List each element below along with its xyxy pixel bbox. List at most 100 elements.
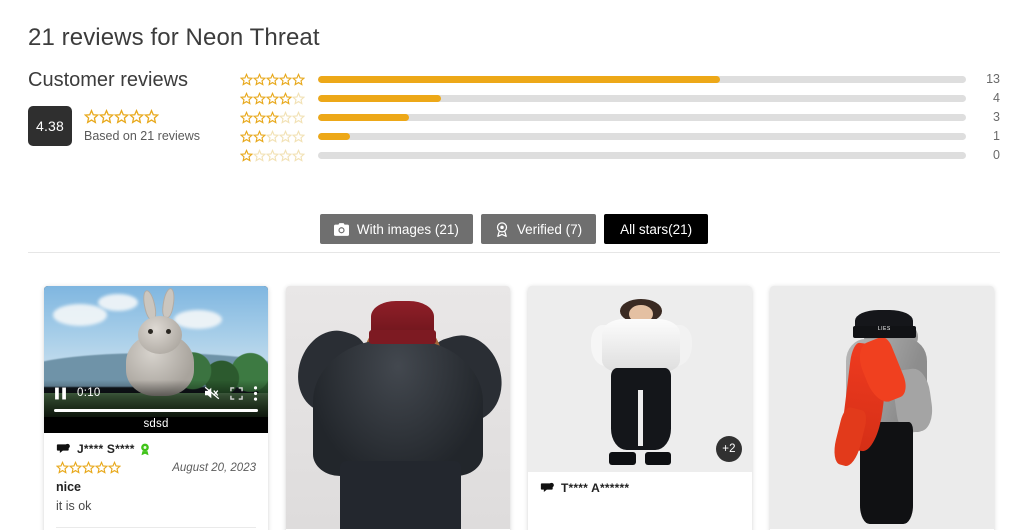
video-controls: 0:10 — [44, 380, 268, 417]
star-icon — [56, 461, 69, 474]
star-icon — [266, 72, 279, 86]
filter-with-images-label: With images (21) — [356, 221, 459, 237]
comment-bubble-icon — [56, 443, 70, 455]
review-card-body: J**** S**** August 20, 2023 nice it is ok … — [44, 433, 268, 530]
histogram-stars-4 — [240, 91, 312, 105]
based-on-label: Based on 21 reviews — [84, 129, 201, 143]
review-summary: Customer reviews 4.38 Based on 21 review… — [28, 68, 1000, 168]
histogram-row[interactable]: 1 — [240, 127, 1000, 145]
star-icon — [240, 129, 253, 143]
video-caption: sdsd — [44, 417, 268, 433]
score-row: 4.38 Based on 21 reviews — [28, 106, 240, 146]
reviewer-name: J**** S**** — [77, 442, 135, 456]
histogram-row[interactable]: 3 — [240, 108, 1000, 126]
histogram-track — [318, 132, 966, 140]
histogram-count: 1 — [993, 129, 1000, 143]
star-icon — [240, 91, 253, 105]
reviewer-name: T**** A****** — [561, 481, 630, 495]
filter-all-stars-button[interactable]: All stars(21) — [604, 214, 709, 244]
histogram-track — [318, 94, 966, 102]
star-icon — [253, 129, 266, 143]
histogram-count: 4 — [993, 91, 1000, 105]
video-time: 0:10 — [77, 387, 101, 399]
histogram-fill — [318, 132, 351, 140]
star-icon — [292, 91, 305, 105]
histogram-stars-5 — [240, 72, 312, 86]
star-icon — [266, 110, 279, 124]
review-photo[interactable] — [286, 286, 510, 529]
review-card-grid: 0:10 sdsd J**** S**** August 20, 2023 ni… — [44, 286, 994, 530]
comment-bubble-icon — [540, 482, 554, 494]
review-card[interactable]: LIES — [770, 286, 994, 530]
fullscreen-icon[interactable] — [230, 386, 243, 400]
review-rating-row: August 20, 2023 — [56, 461, 256, 474]
star-icon — [292, 72, 305, 86]
star-icon — [144, 109, 159, 124]
review-card[interactable]: +2 T**** A****** — [528, 286, 752, 530]
star-icon — [240, 110, 253, 124]
star-icon — [129, 109, 144, 124]
histogram-track — [318, 75, 966, 83]
histogram-count: 0 — [993, 148, 1000, 162]
star-icon — [114, 109, 129, 124]
muted-volume-icon[interactable] — [204, 386, 220, 400]
summary-left: Customer reviews 4.38 Based on 21 review… — [28, 68, 240, 146]
review-card-body: T**** A****** — [528, 472, 752, 495]
star-icon — [292, 129, 305, 143]
award-badge-icon — [495, 221, 509, 237]
star-icon — [253, 72, 266, 86]
pause-icon[interactable] — [54, 387, 67, 400]
histogram-row[interactable]: 0 — [240, 146, 1000, 164]
star-icon — [84, 109, 99, 124]
histogram-row[interactable]: 13 — [240, 70, 1000, 88]
average-rating-stars — [84, 109, 200, 124]
customer-reviews-title: Customer reviews — [28, 69, 189, 91]
histogram-fill — [318, 75, 720, 83]
histogram-stars-2 — [240, 129, 312, 143]
review-photo[interactable]: +2 — [528, 286, 752, 472]
image-count-badge[interactable]: +2 — [716, 436, 742, 462]
star-icon — [253, 110, 266, 124]
reviewer-row: J**** S**** — [56, 442, 256, 456]
video-progress-bar[interactable] — [54, 409, 258, 412]
star-icon — [95, 461, 108, 474]
rating-histogram: 13 4 3 1 0 — [240, 70, 1000, 165]
review-date: August 20, 2023 — [172, 461, 256, 474]
star-icon — [266, 148, 279, 162]
kebab-menu-icon[interactable] — [253, 385, 258, 401]
histogram-count: 3 — [993, 110, 1000, 124]
star-icon — [108, 461, 121, 474]
filter-with-images-button[interactable]: With images (21) — [319, 214, 473, 244]
star-icon — [69, 461, 82, 474]
filter-all-stars-label: All stars(21) — [620, 221, 693, 237]
histogram-fill — [318, 113, 409, 121]
review-title: nice — [56, 480, 82, 494]
histogram-fill — [318, 94, 442, 102]
review-filter-bar: With images (21) Verified (7) All stars(… — [0, 214, 1028, 244]
review-card[interactable]: 0:10 sdsd J**** S**** August 20, 2023 ni… — [44, 286, 268, 530]
star-icon — [240, 148, 253, 162]
star-icon — [279, 129, 292, 143]
histogram-track — [318, 151, 966, 159]
star-icon — [279, 91, 292, 105]
review-video-player[interactable]: 0:10 — [44, 286, 268, 417]
camera-icon — [333, 222, 349, 236]
reviewer-row: T**** A****** — [540, 481, 740, 495]
star-icon — [253, 91, 266, 105]
star-icon — [266, 91, 279, 105]
section-divider — [28, 252, 1000, 253]
review-photo[interactable]: LIES — [770, 286, 994, 529]
star-icon — [292, 110, 305, 124]
histogram-track — [318, 113, 966, 121]
reviews-page: 21 reviews for Neon Threat Customer revi… — [0, 0, 1028, 530]
star-icon — [99, 109, 114, 124]
verified-buyer-badge-icon — [139, 443, 151, 456]
histogram-row[interactable]: 4 — [240, 89, 1000, 107]
star-icon — [253, 148, 266, 162]
filter-verified-label: Verified (7) — [516, 221, 583, 237]
histogram-stars-3 — [240, 110, 312, 124]
review-card[interactable] — [286, 286, 510, 530]
page-title: 21 reviews for Neon Threat — [28, 24, 320, 51]
star-icon — [266, 129, 279, 143]
filter-verified-button[interactable]: Verified (7) — [480, 214, 597, 244]
